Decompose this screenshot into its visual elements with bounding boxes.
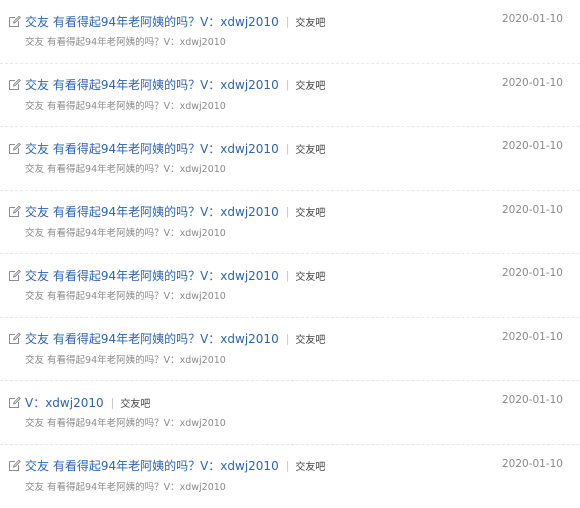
forum-link[interactable]: 交友吧: [120, 395, 150, 410]
separator: |: [286, 205, 290, 218]
separator: |: [286, 332, 290, 345]
post-date: 2020-01-10: [502, 394, 563, 406]
separator: |: [111, 396, 115, 409]
post-title-link[interactable]: 交友 有看得起94年老阿姨的吗？V：xdwj2010: [25, 140, 279, 157]
post-title-line: 交友 有看得起94年老阿姨的吗？V：xdwj2010 | 交友吧: [8, 458, 325, 474]
edit-icon: [8, 205, 21, 218]
post-snippet: 交友 有看得起94年老阿姨的吗？V：xdwj2010: [25, 415, 226, 429]
edit-icon: [8, 142, 21, 155]
separator: |: [286, 142, 290, 155]
post-snippet: 交友 有看得起94年老阿姨的吗？V：xdwj2010: [25, 225, 226, 239]
list-item: 交友 有看得起94年老阿姨的吗？V：xdwj2010 | 交友吧 交友 有看得起…: [0, 127, 580, 191]
post-date: 2020-01-10: [502, 77, 563, 89]
post-title-line: 交友 有看得起94年老阿姨的吗？V：xdwj2010 | 交友吧: [8, 331, 325, 347]
edit-icon: [8, 15, 21, 28]
post-snippet: 交友 有看得起94年老阿姨的吗？V：xdwj2010: [25, 98, 226, 112]
post-date: 2020-01-10: [502, 204, 563, 216]
forum-link[interactable]: 交友吧: [295, 204, 325, 219]
separator: |: [286, 78, 290, 91]
post-title-link[interactable]: 交友 有看得起94年老阿姨的吗？V：xdwj2010: [25, 76, 279, 93]
list-item: 交友 有看得起94年老阿姨的吗？V：xdwj2010 | 交友吧 交友 有看得起…: [0, 254, 580, 318]
forum-link[interactable]: 交友吧: [295, 458, 325, 473]
post-date: 2020-01-10: [502, 13, 563, 25]
forum-link[interactable]: 交友吧: [295, 77, 325, 92]
post-date: 2020-01-10: [502, 458, 563, 470]
post-title-link[interactable]: 交友 有看得起94年老阿姨的吗？V：xdwj2010: [25, 330, 279, 347]
forum-link[interactable]: 交友吧: [295, 141, 325, 156]
post-title-link[interactable]: 交友 有看得起94年老阿姨的吗？V：xdwj2010: [25, 457, 279, 474]
list-item: 交友 有看得起94年老阿姨的吗？V：xdwj2010 | 交友吧 交友 有看得起…: [0, 191, 580, 255]
forum-link[interactable]: 交友吧: [295, 14, 325, 29]
edit-icon: [8, 78, 21, 91]
list-item: 交友 有看得起94年老阿姨的吗？V：xdwj2010 | 交友吧 交友 有看得起…: [0, 0, 580, 64]
post-snippet: 交友 有看得起94年老阿姨的吗？V：xdwj2010: [25, 479, 226, 493]
post-title-line: V：xdwj2010 | 交友吧: [8, 394, 150, 410]
post-title-line: 交友 有看得起94年老阿姨的吗？V：xdwj2010 | 交友吧: [8, 267, 325, 283]
post-title-line: 交友 有看得起94年老阿姨的吗？V：xdwj2010 | 交友吧: [8, 13, 325, 29]
forum-link[interactable]: 交友吧: [295, 331, 325, 346]
separator: |: [286, 15, 290, 28]
list-item: 交友 有看得起94年老阿姨的吗？V：xdwj2010 | 交友吧 交友 有看得起…: [0, 318, 580, 382]
list-item: 交友 有看得起94年老阿姨的吗？V：xdwj2010 | 交友吧 交友 有看得起…: [0, 64, 580, 128]
post-title-link[interactable]: V：xdwj2010: [25, 394, 104, 411]
post-date: 2020-01-10: [502, 140, 563, 152]
post-title-link[interactable]: 交友 有看得起94年老阿姨的吗？V：xdwj2010: [25, 13, 279, 30]
post-date: 2020-01-10: [502, 331, 563, 343]
post-snippet: 交友 有看得起94年老阿姨的吗？V：xdwj2010: [25, 161, 226, 175]
forum-link[interactable]: 交友吧: [295, 268, 325, 283]
post-snippet: 交友 有看得起94年老阿姨的吗？V：xdwj2010: [25, 352, 226, 366]
post-snippet: 交友 有看得起94年老阿姨的吗？V：xdwj2010: [25, 288, 226, 302]
list-item: 交友 有看得起94年老阿姨的吗？V：xdwj2010 | 交友吧 交友 有看得起…: [0, 445, 580, 508]
post-list: 交友 有看得起94年老阿姨的吗？V：xdwj2010 | 交友吧 交友 有看得起…: [0, 0, 580, 508]
post-title-link[interactable]: 交友 有看得起94年老阿姨的吗？V：xdwj2010: [25, 203, 279, 220]
edit-icon: [8, 269, 21, 282]
list-item: V：xdwj2010 | 交友吧 交友 有看得起94年老阿姨的吗？V：xdwj2…: [0, 381, 580, 445]
post-title-link[interactable]: 交友 有看得起94年老阿姨的吗？V：xdwj2010: [25, 267, 279, 284]
separator: |: [286, 459, 290, 472]
separator: |: [286, 269, 290, 282]
edit-icon: [8, 332, 21, 345]
post-title-line: 交友 有看得起94年老阿姨的吗？V：xdwj2010 | 交友吧: [8, 140, 325, 156]
post-date: 2020-01-10: [502, 267, 563, 279]
post-snippet: 交友 有看得起94年老阿姨的吗？V：xdwj2010: [25, 34, 226, 48]
edit-icon: [8, 459, 21, 472]
edit-icon: [8, 396, 21, 409]
post-title-line: 交友 有看得起94年老阿姨的吗？V：xdwj2010 | 交友吧: [8, 204, 325, 220]
post-title-line: 交友 有看得起94年老阿姨的吗？V：xdwj2010 | 交友吧: [8, 77, 325, 93]
